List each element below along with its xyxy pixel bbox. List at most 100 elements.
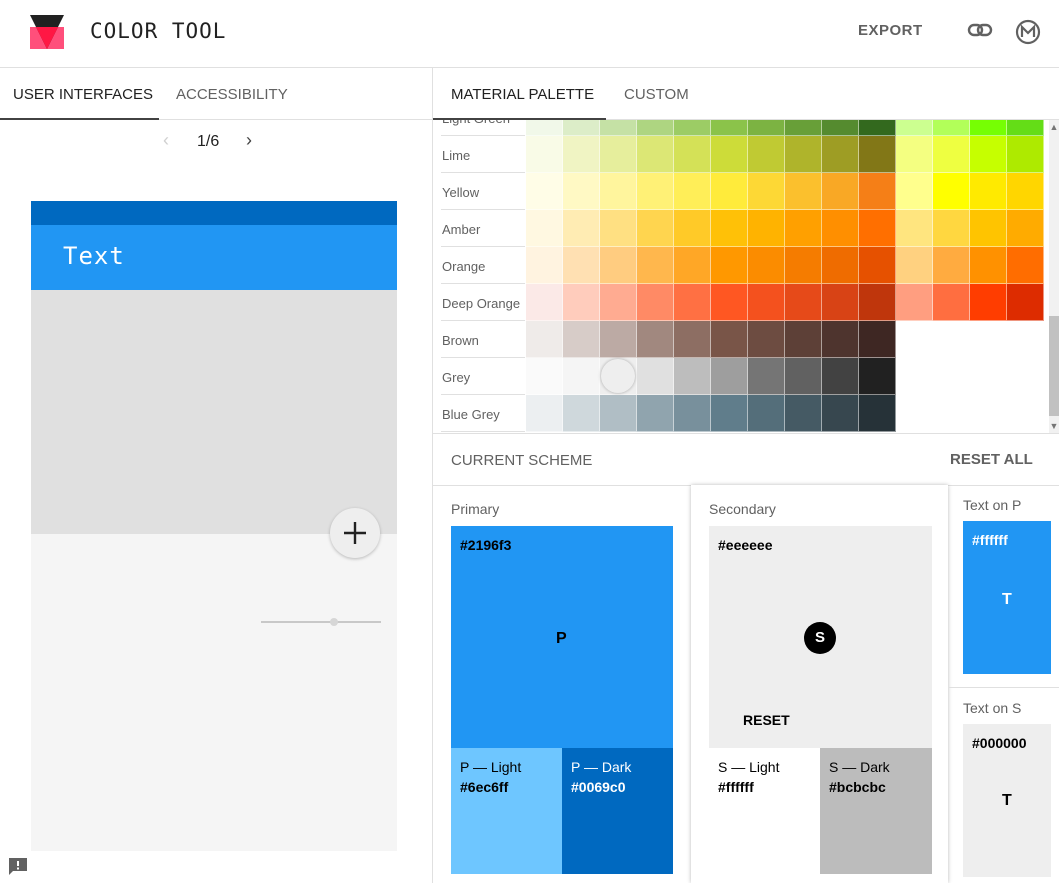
palette-swatch[interactable] [600, 173, 637, 210]
palette-swatch[interactable] [600, 136, 637, 173]
palette-swatch[interactable] [970, 247, 1007, 284]
palette-swatch[interactable] [896, 284, 933, 321]
palette-swatch[interactable] [822, 120, 859, 136]
palette-swatch[interactable] [674, 173, 711, 210]
secondary-dark-swatch[interactable]: S — Dark #bcbcbc [820, 748, 932, 874]
palette-swatch[interactable] [933, 210, 970, 247]
palette-swatch[interactable] [822, 173, 859, 210]
tab-custom[interactable]: CUSTOM [624, 86, 689, 103]
palette-swatch[interactable] [526, 358, 563, 395]
palette-swatch[interactable] [822, 136, 859, 173]
palette-swatch[interactable] [933, 120, 970, 136]
palette-swatch[interactable] [859, 120, 896, 136]
palette-swatch[interactable] [600, 358, 637, 395]
palette-swatch[interactable] [748, 358, 785, 395]
palette-swatch[interactable] [859, 284, 896, 321]
palette-swatch[interactable] [1007, 284, 1044, 321]
palette-swatch[interactable] [896, 247, 933, 284]
palette-swatch[interactable] [785, 395, 822, 432]
palette-swatch[interactable] [785, 247, 822, 284]
palette-swatch[interactable] [748, 284, 785, 321]
palette-swatch[interactable] [637, 136, 674, 173]
chevron-left-icon[interactable]: ‹ [163, 130, 169, 151]
palette-swatch[interactable] [637, 247, 674, 284]
palette-scrollbar-thumb[interactable] [1049, 316, 1059, 416]
palette-swatch[interactable] [711, 284, 748, 321]
palette-swatch[interactable] [859, 173, 896, 210]
palette-swatch[interactable] [563, 136, 600, 173]
palette-swatch[interactable] [674, 284, 711, 321]
palette-swatch[interactable] [896, 210, 933, 247]
palette-swatch[interactable] [526, 321, 563, 358]
palette-swatch[interactable] [600, 247, 637, 284]
palette-swatch[interactable] [637, 120, 674, 136]
secondary-light-swatch[interactable]: S — Light #ffffff [709, 748, 820, 874]
palette-swatch[interactable] [933, 284, 970, 321]
scroll-down-icon[interactable]: ▼ [1049, 419, 1059, 433]
palette-swatch[interactable] [600, 210, 637, 247]
palette-swatch[interactable] [933, 136, 970, 173]
palette-swatch[interactable] [859, 321, 896, 358]
link-icon[interactable] [967, 21, 993, 41]
palette-swatch[interactable] [970, 173, 1007, 210]
palette-swatch[interactable] [637, 210, 674, 247]
palette-swatch[interactable] [526, 395, 563, 432]
palette-swatch[interactable] [563, 284, 600, 321]
palette-swatch[interactable] [748, 136, 785, 173]
palette-swatch[interactable] [822, 395, 859, 432]
primary-dark-swatch[interactable]: P — Dark #0069c0 [562, 748, 673, 874]
mockup-fab-button[interactable] [330, 508, 380, 558]
palette-swatch[interactable] [637, 173, 674, 210]
palette-swatch[interactable] [674, 120, 711, 136]
palette-swatch[interactable] [785, 284, 822, 321]
palette-swatch[interactable] [1007, 210, 1044, 247]
palette-swatch[interactable] [711, 120, 748, 136]
palette-swatch[interactable] [526, 136, 563, 173]
palette-swatch[interactable] [748, 395, 785, 432]
scroll-up-icon[interactable]: ▲ [1049, 120, 1059, 134]
palette-swatch[interactable] [970, 120, 1007, 136]
palette-swatch[interactable] [859, 210, 896, 247]
tab-accessibility[interactable]: ACCESSIBILITY [176, 86, 288, 103]
palette-swatch[interactable] [711, 321, 748, 358]
palette-swatch[interactable] [526, 173, 563, 210]
tab-user-interfaces[interactable]: USER INTERFACES [13, 86, 153, 103]
palette-swatch[interactable] [822, 210, 859, 247]
palette-swatch[interactable] [637, 358, 674, 395]
palette-swatch[interactable] [637, 284, 674, 321]
chevron-right-icon[interactable]: › [246, 130, 252, 151]
palette-swatch[interactable] [563, 395, 600, 432]
palette-swatch[interactable] [859, 358, 896, 395]
palette-swatch[interactable] [859, 395, 896, 432]
palette-swatch[interactable] [822, 321, 859, 358]
palette-swatch[interactable] [748, 173, 785, 210]
palette-swatch[interactable] [674, 395, 711, 432]
palette-swatch[interactable] [822, 247, 859, 284]
secondary-reset-button[interactable]: RESET [743, 712, 790, 728]
palette-swatch[interactable] [785, 173, 822, 210]
palette-swatch[interactable] [637, 395, 674, 432]
material-icon[interactable] [1015, 19, 1041, 45]
mockup-slider-thumb[interactable] [330, 618, 338, 626]
palette-swatch[interactable] [563, 321, 600, 358]
palette-swatch[interactable] [748, 321, 785, 358]
palette-swatch[interactable] [600, 284, 637, 321]
export-button[interactable]: EXPORT [858, 22, 923, 39]
palette-swatch[interactable] [1007, 173, 1044, 210]
tab-material-palette[interactable]: MATERIAL PALETTE [451, 86, 594, 103]
palette-swatch[interactable] [600, 321, 637, 358]
palette-swatch[interactable] [600, 395, 637, 432]
palette-swatch[interactable] [1007, 120, 1044, 136]
palette-swatch[interactable] [896, 173, 933, 210]
palette-swatch[interactable] [933, 247, 970, 284]
palette-swatch[interactable] [563, 358, 600, 395]
palette-swatch[interactable] [896, 120, 933, 136]
palette-swatch[interactable] [711, 358, 748, 395]
palette-swatch[interactable] [526, 284, 563, 321]
palette-swatch[interactable] [563, 210, 600, 247]
palette-swatch[interactable] [970, 136, 1007, 173]
palette-swatch[interactable] [1007, 136, 1044, 173]
palette-swatch[interactable] [785, 321, 822, 358]
palette-swatch[interactable] [748, 210, 785, 247]
palette-swatch[interactable] [785, 210, 822, 247]
